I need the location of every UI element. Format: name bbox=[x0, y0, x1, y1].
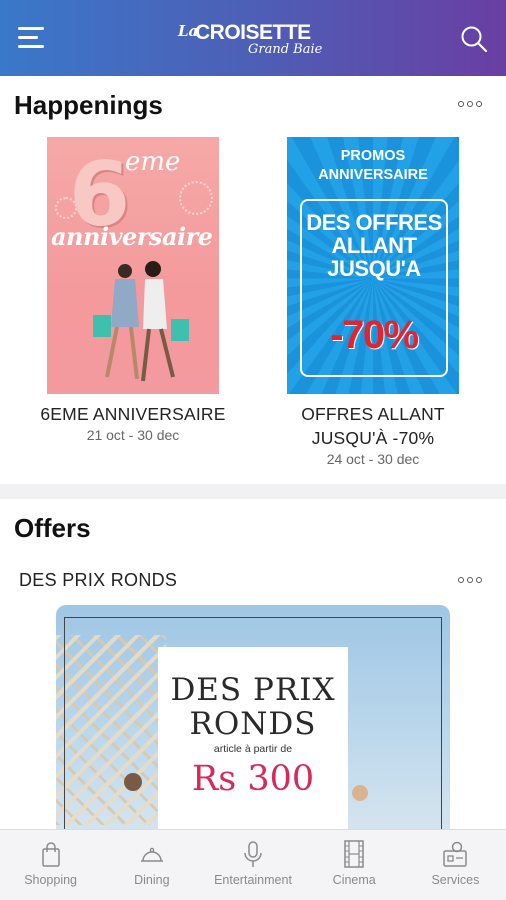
nav-label: Dining bbox=[134, 873, 170, 887]
happenings-section: Happenings 6 eme anniversaire 6EME ANNIV… bbox=[0, 76, 506, 484]
poster-discount: -70% bbox=[330, 313, 419, 357]
happening-title: 6EME ANNIVERSAIRE bbox=[40, 404, 226, 424]
offer-headline: DES PRIX RONDS bbox=[170, 672, 336, 742]
shopping-bag-icon bbox=[41, 842, 60, 867]
poster-word: anniversaire bbox=[51, 222, 213, 251]
logo[interactable]: La CROISETTE Grand Baie bbox=[178, 18, 338, 60]
nav-entertainment[interactable]: Entertainment bbox=[202, 830, 303, 900]
microphone-icon bbox=[244, 841, 262, 867]
hamburger-icon[interactable] bbox=[18, 27, 46, 49]
happenings-more-icon[interactable] bbox=[458, 100, 482, 108]
search-icon[interactable] bbox=[460, 25, 488, 53]
logo-sub: Grand Baie bbox=[248, 42, 323, 57]
nav-label: Cinema bbox=[332, 873, 376, 887]
anniversary-poster: 6 eme anniversaire bbox=[47, 137, 219, 394]
offer-subtitle: article à partir de bbox=[213, 743, 293, 755]
happening-date: 21 oct - 30 dec bbox=[86, 427, 180, 443]
poster-heading: PROMOS ANNIVERSAIRE bbox=[318, 148, 428, 183]
bottom-nav: Shopping Dining Entertainment Cinema Ser… bbox=[0, 829, 506, 900]
person-image bbox=[124, 773, 142, 791]
nav-services[interactable]: Services bbox=[405, 830, 506, 900]
offer-panel: DES PRIX RONDS article à partir de Rs 30… bbox=[158, 647, 348, 829]
nav-cinema[interactable]: Cinema bbox=[304, 830, 405, 900]
app-header: La CROISETTE Grand Baie bbox=[0, 0, 506, 76]
offer-name[interactable]: DES PRIX RONDS bbox=[19, 570, 177, 591]
offers-section: Offers DES PRIX RONDS DES PRIX RONDS art… bbox=[0, 499, 506, 829]
happening-card[interactable]: PROMOS ANNIVERSAIRE DES OFFRES ALLANT JU… bbox=[273, 137, 473, 467]
offer-image[interactable]: DES PRIX RONDS article à partir de Rs 30… bbox=[56, 605, 450, 829]
happening-card[interactable]: 6 eme anniversaire 6EME ANNIVERSAIRE 21 … bbox=[33, 137, 233, 443]
nav-shopping[interactable]: Shopping bbox=[0, 830, 101, 900]
firework-icon bbox=[179, 181, 213, 215]
happening-title: OFFRES ALLANT JUSQU'À -70% bbox=[301, 404, 445, 448]
happenings-title: Happenings bbox=[14, 90, 163, 120]
poster-body: DES OFFRES ALLANT JUSQU'A bbox=[306, 210, 442, 281]
happening-date: 24 oct - 30 dec bbox=[326, 451, 420, 467]
poster-box: DES OFFRES ALLANT JUSQU'A -70% bbox=[300, 199, 448, 377]
poster-suffix: eme bbox=[125, 147, 181, 177]
offers-title: Offers bbox=[14, 513, 91, 543]
offer-more-icon[interactable] bbox=[458, 576, 482, 584]
person-image bbox=[352, 785, 368, 801]
nav-label: Services bbox=[431, 873, 480, 887]
shoppers-illustration bbox=[93, 261, 189, 382]
nav-label: Shopping bbox=[24, 873, 78, 887]
film-strip-icon bbox=[344, 840, 364, 868]
cloche-icon bbox=[140, 847, 163, 862]
nav-label: Entertainment bbox=[214, 873, 292, 887]
services-icon bbox=[443, 841, 468, 867]
nav-dining[interactable]: Dining bbox=[101, 830, 202, 900]
offer-price: Rs 300 bbox=[191, 759, 315, 799]
promo-poster: PROMOS ANNIVERSAIRE DES OFFRES ALLANT JU… bbox=[287, 137, 459, 394]
